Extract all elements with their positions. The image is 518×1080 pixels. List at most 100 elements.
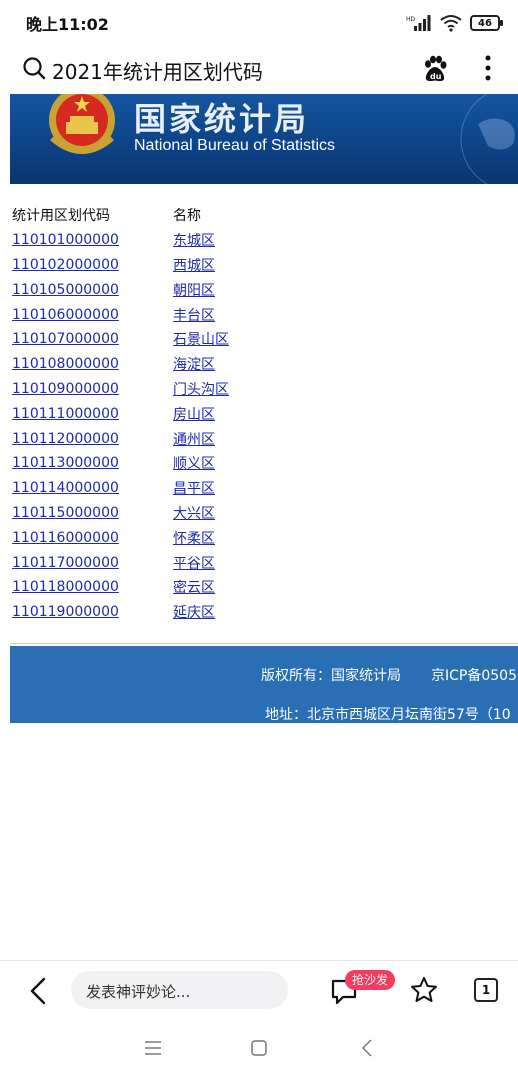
name-cell: 顺义区 [173,451,229,476]
back-arrow-icon[interactable] [24,975,52,1007]
name-cell: 石景山区 [173,327,229,352]
table-row: 110119000000 延庆区 [12,600,229,625]
code-link[interactable]: 110102000000 [12,257,119,273]
header-name: 名称 [173,208,201,225]
name-link[interactable]: 延庆区 [173,605,215,621]
code-cell: 110116000000 [12,525,173,550]
code-cell: 110106000000 [12,302,173,327]
code-cell: 110109000000 [12,377,173,402]
name-link[interactable]: 石景山区 [173,332,229,348]
division-code-table: 统计用区划代码 名称 110101000000 东城区 110102000000 西城… [12,203,229,625]
code-cell: 110102000000 [12,253,173,278]
name-cell: 海淀区 [173,352,229,377]
comment-input[interactable]: 发表神评妙论... [71,971,288,1009]
table-row: 110113000000 顺义区 [12,451,229,476]
name-link[interactable]: 朝阳区 [173,283,215,299]
footer-icp[interactable]: 京ICP备0505 [431,668,517,684]
address-bar[interactable]: 2021年统计用区划代码 du [0,44,518,94]
name-cell: 房山区 [173,401,229,426]
globe-decoration-icon [460,94,515,184]
battery-icon: 46 [470,15,503,31]
footer-row-copyright: 版权所有：国家统计局 京ICP备0505 [261,665,517,685]
code-link[interactable]: 110108000000 [12,356,119,372]
name-link[interactable]: 丰台区 [173,308,215,324]
name-cell: 大兴区 [173,501,229,526]
footer-copyright: 版权所有：国家统计局 [261,668,401,684]
name-link[interactable]: 密云区 [173,580,215,596]
table-row: 110106000000 丰台区 [12,302,229,327]
table-row: 110105000000 朝阳区 [12,277,229,302]
table-row: 110109000000 门头沟区 [12,377,229,402]
national-emblem-icon [49,94,115,154]
table-row: 110112000000 通州区 [12,426,229,451]
name-link[interactable]: 通州区 [173,432,215,448]
system-nav-bar [0,1018,518,1080]
table-row: 110111000000 房山区 [12,401,229,426]
table-row: 110107000000 石景山区 [12,327,229,352]
code-link[interactable]: 110109000000 [12,381,119,397]
table-row: 110117000000 平谷区 [12,550,229,575]
table-row: 110102000000 西城区 [12,253,229,278]
more-vertical-icon[interactable] [476,54,500,82]
name-link[interactable]: 海淀区 [173,357,215,373]
footer-address: 地址：北京市西城区月坛南街57号（10 [265,707,511,723]
code-link[interactable]: 110114000000 [12,480,119,496]
status-icons: HD 46 [406,12,503,34]
svg-text:du: du [430,72,442,81]
code-link[interactable]: 110111000000 [12,406,119,422]
code-link[interactable]: 110116000000 [12,530,119,546]
browser-toolbar: 发表神评妙论... 抢沙发 1 [0,960,518,1018]
menu-icon[interactable] [144,1040,162,1056]
name-link[interactable]: 顺义区 [173,456,215,472]
code-cell: 110101000000 [12,228,173,253]
name-link[interactable]: 怀柔区 [173,531,215,547]
name-link[interactable]: 大兴区 [173,506,215,522]
name-link[interactable]: 西城区 [173,258,215,274]
name-cell: 朝阳区 [173,277,229,302]
code-cell: 110119000000 [12,600,173,625]
baidu-paw-icon[interactable]: du [422,55,448,83]
name-link[interactable]: 房山区 [173,407,215,423]
code-cell: 110117000000 [12,550,173,575]
code-link[interactable]: 110117000000 [12,555,119,571]
name-cell: 东城区 [173,228,229,253]
search-query[interactable]: 2021年统计用区划代码 [52,56,263,85]
table-row: 110101000000 东城区 [12,228,229,253]
header-code: 统计用区划代码 [12,208,110,225]
code-cell: 110105000000 [12,277,173,302]
star-icon[interactable] [409,975,439,1005]
code-link[interactable]: 110112000000 [12,431,119,447]
code-link[interactable]: 110101000000 [12,232,119,248]
code-link[interactable]: 110119000000 [12,604,119,620]
name-cell: 平谷区 [173,550,229,575]
name-cell: 通州区 [173,426,229,451]
code-cell: 110112000000 [12,426,173,451]
code-link[interactable]: 110106000000 [12,307,119,323]
name-link[interactable]: 门头沟区 [173,382,229,398]
table-row: 110114000000 昌平区 [12,476,229,501]
name-cell: 延庆区 [173,600,229,625]
name-link[interactable]: 平谷区 [173,556,215,572]
table-row: 110115000000 大兴区 [12,501,229,526]
wifi-icon [440,15,462,32]
tabs-count-button[interactable]: 1 [474,978,498,1002]
table-row: 110118000000 密云区 [12,575,229,600]
cell-signal-icon: HD [406,15,431,31]
code-link[interactable]: 110118000000 [12,579,119,595]
name-cell: 怀柔区 [173,525,229,550]
sofa-badge[interactable]: 抢沙发 [345,970,396,990]
code-link[interactable]: 110115000000 [12,505,119,521]
name-link[interactable]: 昌平区 [173,481,215,497]
home-icon[interactable] [251,1040,267,1056]
code-cell: 110107000000 [12,327,173,352]
name-link[interactable]: 东城区 [173,233,215,249]
name-cell: 西城区 [173,253,229,278]
nav-back-icon[interactable] [360,1038,374,1058]
search-icon[interactable] [22,56,46,80]
code-link[interactable]: 110113000000 [12,455,119,471]
code-link[interactable]: 110107000000 [12,331,119,347]
code-link[interactable]: 110105000000 [12,282,119,298]
site-banner[interactable]: 国家统计局 National Bureau of Statistics [10,94,518,184]
code-cell: 110114000000 [12,476,173,501]
code-cell: 110118000000 [12,575,173,600]
